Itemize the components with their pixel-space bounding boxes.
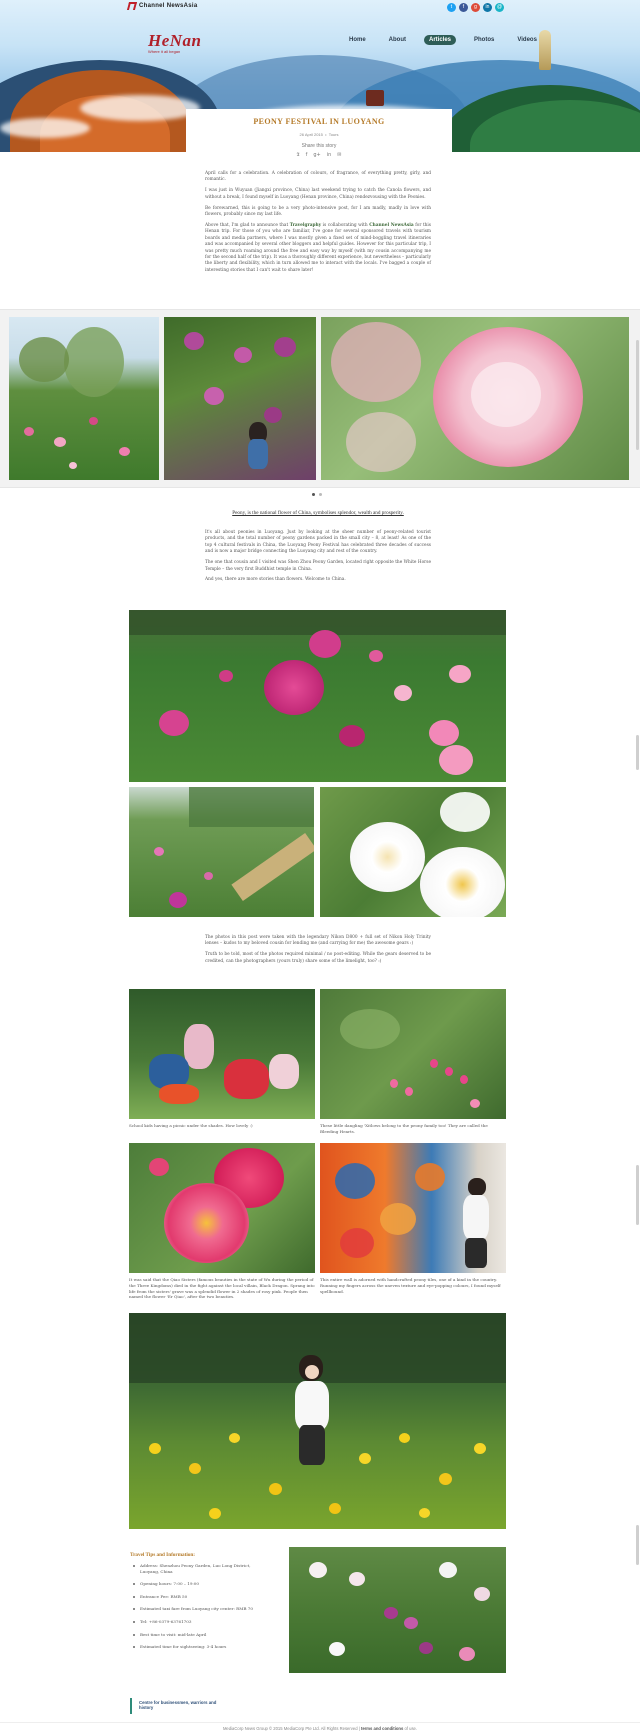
photo-peony-tile-wall[interactable] <box>320 1143 506 1273</box>
list-item: Opening hours: 7:00 – 19:00 <box>130 1581 260 1587</box>
email-icon[interactable]: ✉ <box>337 152 341 158</box>
carousel-dot-2[interactable] <box>319 493 322 496</box>
twitter-icon[interactable]: 𝕿 <box>297 152 300 158</box>
list-item: Best time to visit: mid-late April <box>130 1632 260 1638</box>
travel-tips: Travel Tips and Information: Address: Sh… <box>130 1552 260 1657</box>
post-meta: 26 April 2015 • Tours <box>186 132 452 137</box>
social-links: t f g in @ <box>447 3 504 12</box>
linkedin-icon[interactable]: in <box>483 3 492 12</box>
nav-home[interactable]: Home <box>344 35 371 45</box>
text-run: is collaborating with <box>321 222 370 228</box>
carousel-dot-1[interactable] <box>312 493 315 496</box>
paragraph: The photos in this post were taken with … <box>205 935 431 947</box>
paragraph: Be forewarned, this is going to be a ver… <box>205 205 431 218</box>
google-plus-icon[interactable]: g <box>471 3 480 12</box>
paragraph: And yes, there are more stories than flo… <box>205 577 346 583</box>
photo-garden-path[interactable] <box>129 787 314 917</box>
body-text-3: The photos in this post were taken with … <box>205 935 431 970</box>
brand-mark-icon <box>126 2 138 10</box>
photo-portrait-yellow-peonies[interactable] <box>129 1313 506 1529</box>
paragraph: Truth to be told, most of the photos req… <box>205 952 431 964</box>
cloud <box>80 95 200 121</box>
logo-main: HeNan <box>148 31 202 50</box>
post-category[interactable]: Tours <box>329 132 339 137</box>
paragraph: The one that cousin and I visited was Sh… <box>205 560 431 572</box>
photo-er-qiao-peony[interactable] <box>129 1143 315 1273</box>
photo-peony-bushes[interactable] <box>289 1547 506 1673</box>
related-link-chip[interactable]: Centre for businessmen, warriors and his… <box>130 1698 230 1714</box>
carousel-photo-wisteria[interactable] <box>164 317 316 480</box>
carousel-photo-garden[interactable] <box>9 317 159 480</box>
footer-copyright: MediaCorp News Group © 2015 MediaCorp Pt… <box>222 1726 361 1731</box>
carousel-photo-pink-peony[interactable] <box>321 317 629 480</box>
caption-tile-wall: This entire wall is adorned with handcra… <box>320 1277 501 1294</box>
list-item: Entrance Fee: RMB 50 <box>130 1594 260 1600</box>
pagoda-image <box>366 90 384 106</box>
terms-link[interactable]: terms and conditions <box>361 1726 403 1731</box>
text-run: Above that, I'm glad to announce that <box>205 222 290 228</box>
intro-text: April calls for a celebration. A celebra… <box>205 171 431 279</box>
paragraph: Above that, I'm glad to announce that Tr… <box>205 223 431 274</box>
meta-separator: • <box>325 132 327 137</box>
main-nav: Home About Articles Photos Videos <box>344 35 555 45</box>
travel-tips-title: Travel Tips and Information: <box>130 1552 195 1558</box>
caption-er-qiao: It was said that the Qiao Sisters (famou… <box>129 1277 315 1300</box>
tagline: Peony, is the national flower of China, … <box>232 510 404 516</box>
list-item: Tel: +86-0379-63761703 <box>130 1619 260 1625</box>
nav-videos[interactable]: Videos <box>512 35 542 45</box>
travelgraphy-link[interactable]: Travelgraphy <box>290 223 321 228</box>
footer-tail: of use. <box>403 1726 418 1731</box>
channel-newsasia-logo[interactable]: Channel NewsAsia <box>126 2 198 10</box>
brand-name: Channel NewsAsia <box>139 3 198 9</box>
photo-white-peonies[interactable] <box>320 787 506 917</box>
cloud <box>0 118 90 138</box>
site-footer: MediaCorp News Group © 2015 MediaCorp Pt… <box>0 1722 640 1735</box>
linkedin-icon[interactable]: in <box>327 152 332 158</box>
nav-photos[interactable]: Photos <box>469 35 499 45</box>
nav-articles[interactable]: Articles <box>424 35 457 45</box>
photo-school-picnic[interactable] <box>129 989 315 1119</box>
scrollbar-marker <box>636 340 639 450</box>
list-item: Address: Shenzhou Peony Garden, Luo Long… <box>130 1563 260 1574</box>
travel-tips-list: Address: Shenzhou Peony Garden, Luo Long… <box>130 1563 260 1650</box>
list-item: Estimated time for sightseeing: 3-4 hour… <box>130 1644 260 1650</box>
google-plus-icon[interactable]: g+ <box>313 152 320 158</box>
facebook-icon[interactable]: f <box>459 3 468 12</box>
paragraph: It's all about peonies in Luoyang. Just … <box>205 530 431 555</box>
caption-picnic: School kids having a picnic under the sh… <box>129 1123 253 1128</box>
email-icon[interactable]: @ <box>495 3 504 12</box>
henan-logo[interactable]: HeNan Where it all began <box>148 31 202 54</box>
carousel-dots <box>312 493 322 496</box>
photo-peony-field[interactable] <box>129 610 506 782</box>
scrollbar-marker <box>636 1525 639 1565</box>
scrollbar-marker <box>636 735 639 770</box>
text-run: for this Henan trip. For those of you wh… <box>205 222 432 273</box>
body-text-2: It's all about peonies in Luoyang. Just … <box>205 530 431 588</box>
post-header-card: PEONY FESTIVAL IN LUOYANG 26 April 2015 … <box>186 109 452 159</box>
list-item: Estimated taxi fare from Luoyang city ce… <box>130 1606 260 1612</box>
share-label: Share this story <box>301 143 337 149</box>
top-bar: Channel NewsAsia t f g in @ <box>0 0 640 14</box>
channel-newsasia-link[interactable]: Channel NewsAsia <box>369 223 414 228</box>
post-date: 26 April 2015 <box>299 132 323 137</box>
photo-carousel[interactable] <box>0 309 640 488</box>
paragraph: I was just in Wuyuan (Jiangxi province, … <box>205 188 431 200</box>
post-title: PEONY FESTIVAL IN LUOYANG <box>253 117 385 126</box>
twitter-icon[interactable]: t <box>447 3 456 12</box>
facebook-icon[interactable]: f <box>306 152 308 158</box>
scrollbar-marker <box>636 1165 639 1225</box>
share-row: 𝕿 f g+ in ✉ <box>186 152 452 158</box>
nav-about[interactable]: About <box>384 35 411 45</box>
photo-bleeding-hearts[interactable] <box>320 989 506 1119</box>
paragraph: April calls for a celebration. A celebra… <box>205 171 431 183</box>
caption-bleeding-hearts: These little dangling 'Xitlows belong to… <box>320 1123 488 1134</box>
